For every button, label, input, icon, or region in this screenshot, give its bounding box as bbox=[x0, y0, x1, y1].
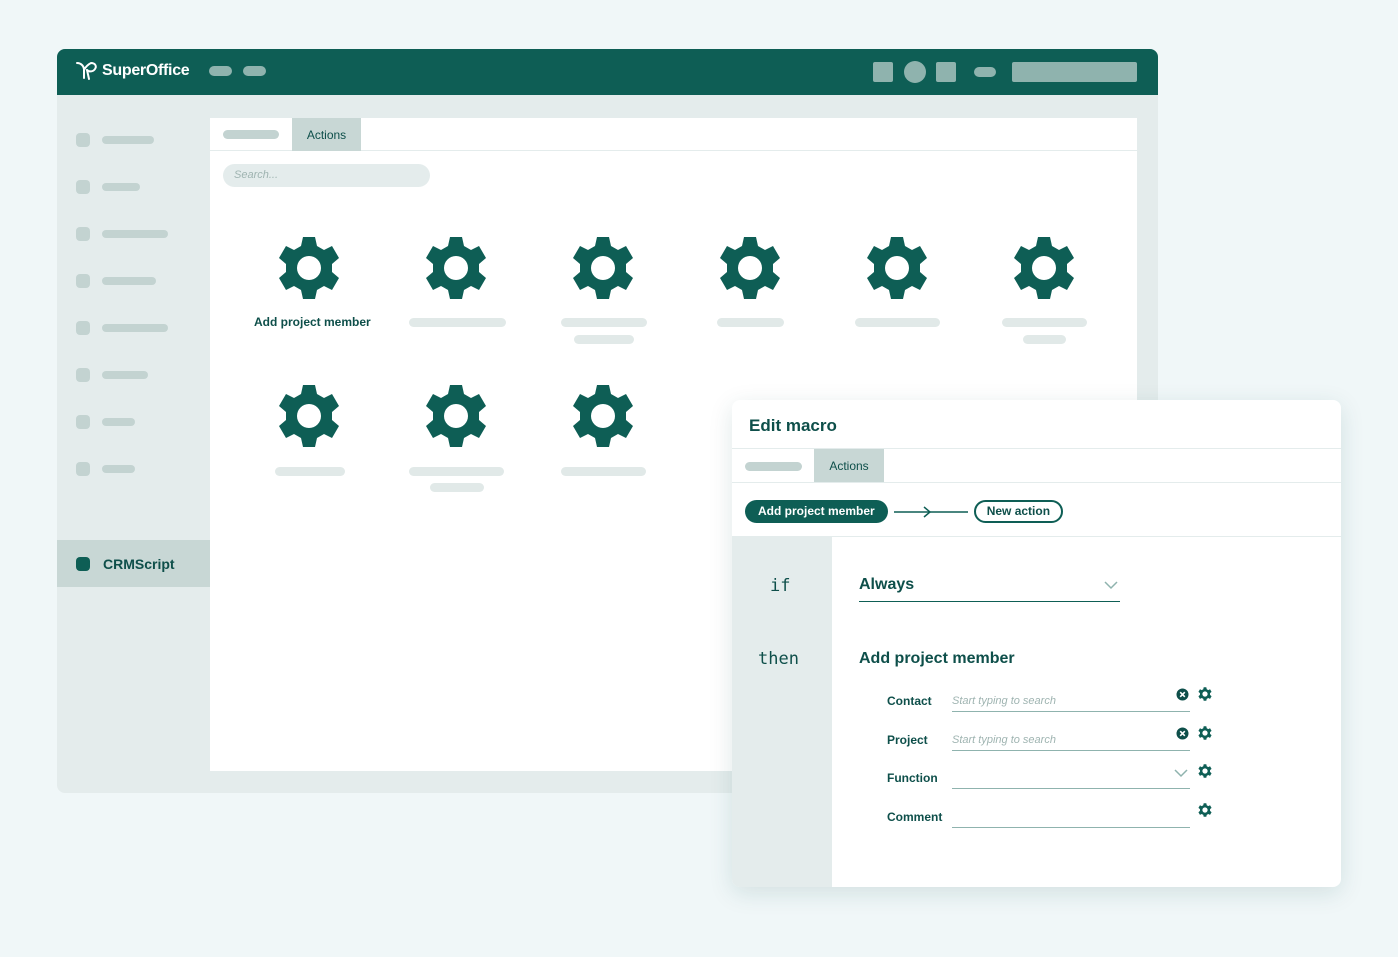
action-gear-icon[interactable] bbox=[424, 384, 488, 448]
sidebar-item[interactable] bbox=[76, 321, 168, 335]
sidebar-item[interactable] bbox=[76, 415, 135, 429]
dialog-tab-bar: Actions bbox=[732, 448, 1341, 483]
sidebar-item-label: CRMScript bbox=[103, 555, 175, 572]
search-input[interactable]: Search... bbox=[223, 164, 430, 187]
sidebar-item-icon bbox=[76, 462, 90, 476]
action-label-placeholder bbox=[855, 318, 940, 327]
action-label-placeholder bbox=[1023, 335, 1066, 344]
action-flow: Add project member New action bbox=[745, 500, 1064, 523]
action-gear-icon[interactable] bbox=[277, 384, 341, 448]
new-action-button[interactable]: New action bbox=[973, 500, 1064, 523]
sidebar-item-label-placeholder bbox=[102, 277, 156, 285]
condition-value: Always bbox=[859, 576, 915, 593]
if-keyword: if bbox=[770, 576, 791, 596]
action-label-placeholder bbox=[717, 318, 784, 327]
clear-icon[interactable] bbox=[1176, 688, 1189, 701]
action-label-placeholder bbox=[561, 467, 646, 476]
sidebar-item-icon bbox=[76, 368, 90, 382]
tab-actions[interactable]: Actions bbox=[814, 449, 884, 482]
settings-gear-icon[interactable] bbox=[1198, 803, 1212, 817]
action-label-placeholder bbox=[430, 483, 484, 492]
settings-gear-icon[interactable] bbox=[1198, 764, 1212, 778]
topbar-nav-pill[interactable] bbox=[974, 67, 996, 77]
function-select[interactable] bbox=[952, 767, 1190, 789]
contact-input[interactable]: Start typing to search bbox=[952, 690, 1190, 712]
sidebar-item-icon bbox=[76, 227, 90, 241]
sidebar-item-icon bbox=[76, 274, 90, 288]
action-title: Add project member bbox=[859, 650, 1015, 667]
action-label: Add project member bbox=[254, 315, 371, 329]
sidebar-item-label-placeholder bbox=[102, 230, 168, 238]
topbar-nav-pill[interactable] bbox=[209, 66, 232, 76]
action-gear-icon[interactable] bbox=[424, 236, 488, 300]
comment-input[interactable] bbox=[952, 806, 1190, 828]
sidebar-item[interactable] bbox=[76, 227, 168, 241]
sidebar-item-label-placeholder bbox=[102, 418, 135, 426]
sidebar-item-label-placeholder bbox=[102, 465, 135, 473]
superoffice-logo[interactable]: SuperOffice bbox=[75, 60, 190, 82]
field-label: Comment bbox=[887, 810, 943, 824]
logo-mark-icon bbox=[76, 62, 97, 80]
chevron-down-icon bbox=[1174, 769, 1188, 778]
project-input[interactable]: Start typing to search bbox=[952, 729, 1190, 751]
action-gear-icon[interactable] bbox=[277, 236, 341, 300]
topbar-icon[interactable] bbox=[873, 62, 893, 82]
field-label: Contact bbox=[887, 694, 932, 708]
brand-name: SuperOffice bbox=[102, 62, 190, 79]
action-label-placeholder bbox=[275, 467, 345, 476]
sidebar-item[interactable] bbox=[76, 133, 154, 147]
crmscript-icon bbox=[76, 556, 90, 571]
sidebar-item[interactable] bbox=[76, 368, 148, 382]
flow-step-current[interactable]: Add project member bbox=[745, 500, 888, 523]
sidebar-item-label-placeholder bbox=[102, 183, 140, 191]
top-bar: SuperOffice bbox=[57, 49, 1158, 95]
topbar-nav-pill[interactable] bbox=[243, 66, 266, 76]
sidebar-item-icon bbox=[76, 133, 90, 147]
edit-macro-dialog: Edit macro Actions Add project member Ne… bbox=[732, 400, 1341, 887]
field-label: Function bbox=[887, 771, 938, 785]
sidebar-item[interactable] bbox=[76, 180, 140, 194]
tab-placeholder[interactable] bbox=[223, 130, 279, 139]
action-label-placeholder bbox=[1002, 318, 1087, 327]
field-label: Project bbox=[887, 733, 928, 747]
sidebar-item-label-placeholder bbox=[102, 371, 148, 379]
settings-gear-icon[interactable] bbox=[1198, 687, 1212, 701]
action-gear-icon[interactable] bbox=[718, 236, 782, 300]
action-gear-icon[interactable] bbox=[1012, 236, 1076, 300]
settings-gear-icon[interactable] bbox=[1198, 726, 1212, 740]
sidebar-item-icon bbox=[76, 321, 90, 335]
sidebar: CRMScript bbox=[57, 95, 210, 793]
then-keyword: then bbox=[758, 649, 799, 669]
action-gear-icon[interactable] bbox=[865, 236, 929, 300]
action-label-placeholder bbox=[409, 467, 504, 476]
action-label-placeholder bbox=[409, 318, 506, 327]
action-gear-icon[interactable] bbox=[571, 384, 635, 448]
clear-icon[interactable] bbox=[1176, 727, 1189, 740]
dialog-title: Edit macro bbox=[749, 416, 837, 435]
topbar-search-box[interactable] bbox=[1012, 62, 1137, 82]
sidebar-item[interactable] bbox=[76, 274, 156, 288]
condition-select[interactable]: Always bbox=[859, 576, 1120, 602]
flow-arrow-icon bbox=[893, 505, 968, 518]
topbar-avatar-icon[interactable] bbox=[904, 61, 926, 83]
chevron-down-icon bbox=[1104, 581, 1118, 590]
sidebar-item[interactable] bbox=[76, 462, 135, 476]
tab-placeholder[interactable] bbox=[745, 462, 802, 471]
sidebar-item-label-placeholder bbox=[102, 324, 168, 332]
sidebar-item-crmscript[interactable]: CRMScript bbox=[57, 540, 210, 587]
sidebar-item-icon bbox=[76, 415, 90, 429]
sidebar-item-label-placeholder bbox=[102, 136, 154, 144]
tab-bar: Actions bbox=[210, 118, 1137, 151]
topbar-icon[interactable] bbox=[936, 62, 956, 82]
action-label-placeholder bbox=[561, 318, 647, 327]
tab-actions[interactable]: Actions bbox=[292, 118, 361, 151]
action-label-placeholder bbox=[574, 335, 634, 344]
action-gear-icon[interactable] bbox=[571, 236, 635, 300]
sidebar-item-icon bbox=[76, 180, 90, 194]
